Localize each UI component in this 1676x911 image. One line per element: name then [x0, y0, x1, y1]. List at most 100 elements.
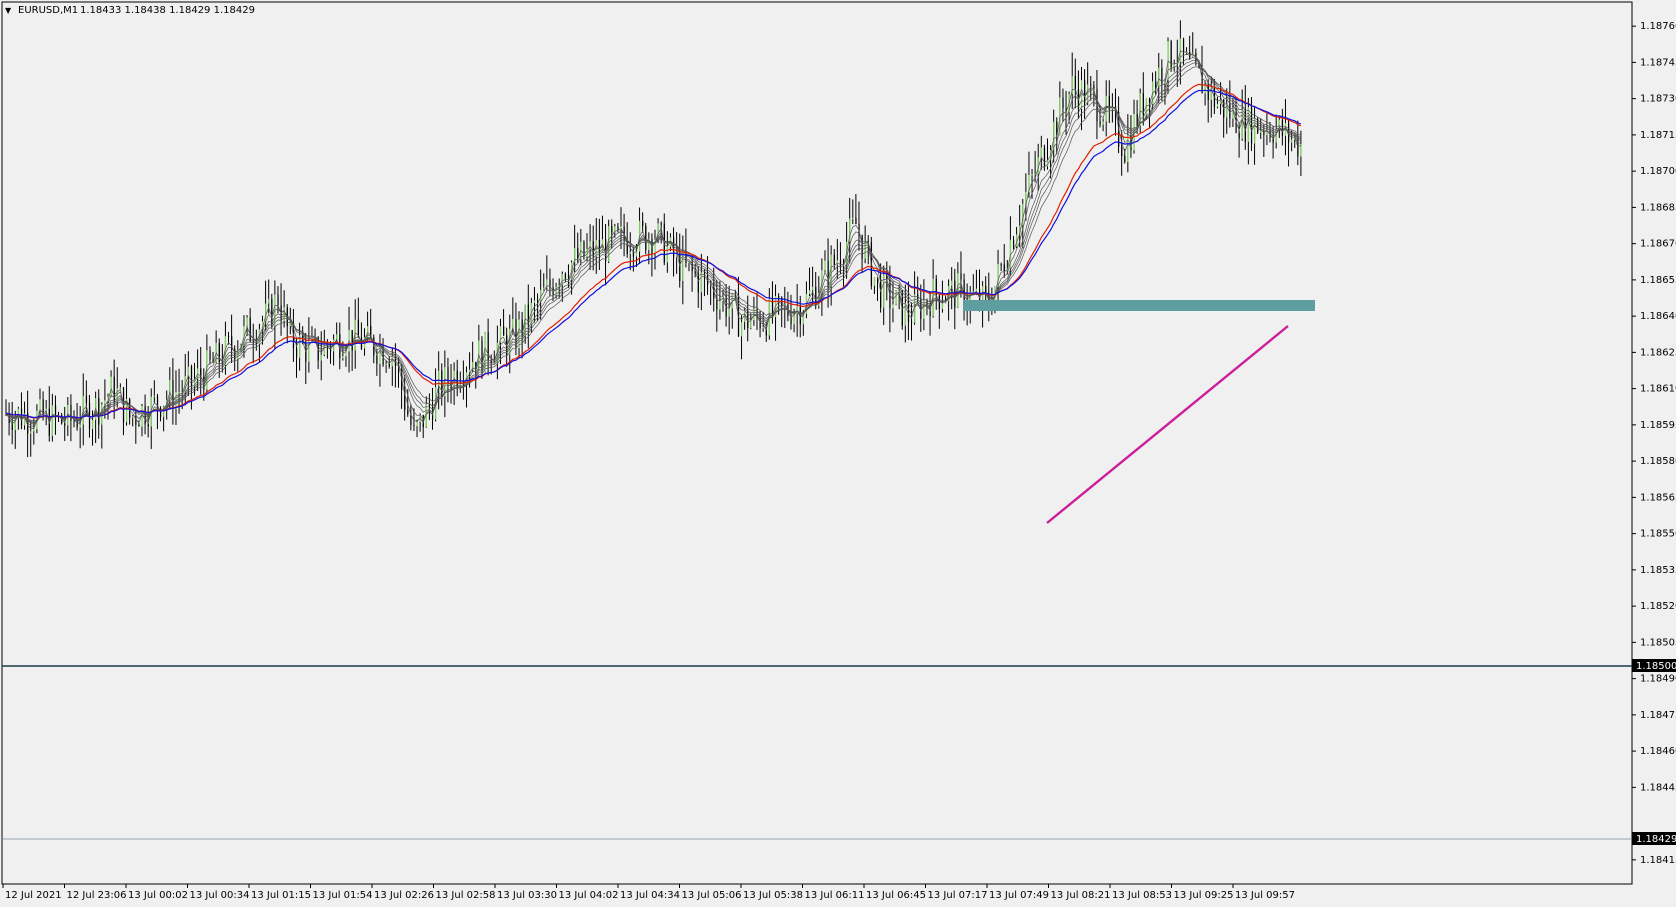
time-tick-label: 13 Jul 00:34 [190, 890, 250, 901]
price-tick-label: 1.18595 [1640, 420, 1676, 431]
candle-body [42, 399, 44, 417]
time-tick-label: 13 Jul 03:30 [497, 890, 557, 901]
chart-window[interactable]: 1.18760 1.18745 1.18730 1.18715 1.18700 1.186… [0, 0, 1676, 907]
candle-body [1074, 75, 1077, 90]
candle-body [941, 303, 944, 310]
candle-body [824, 260, 826, 271]
candle-body [413, 425, 415, 427]
candle-body [110, 376, 112, 397]
price-tick-label: 1.18670 [1640, 239, 1676, 250]
candle-body [660, 223, 662, 225]
candle-body [728, 308, 730, 317]
candle-body [1124, 156, 1126, 163]
candle-body [178, 392, 180, 394]
time-tick-label: 13 Jul 05:38 [743, 890, 803, 901]
candle-body [564, 273, 567, 279]
time-tick-label: 12 Jul 2021 [5, 890, 62, 901]
candle-body [911, 321, 913, 323]
chart-background [0, 0, 1676, 907]
candle-body [1003, 264, 1005, 272]
candle-body [537, 300, 539, 302]
price-tick-label: 1.18475 [1640, 710, 1676, 721]
price-tick-label: 1.18505 [1640, 637, 1676, 648]
candle-body [1275, 129, 1277, 143]
price-chart[interactable]: 1.18760 1.18745 1.18730 1.18715 1.18700 1.186… [0, 0, 1676, 907]
candle-body [320, 354, 322, 361]
price-tick-label: 1.18520 [1640, 601, 1676, 612]
candle-body [438, 370, 440, 387]
candle-body [265, 303, 267, 322]
candle-body [518, 319, 520, 349]
resistance-zone[interactable] [963, 300, 1315, 311]
candle-body [635, 251, 638, 257]
candle-body [809, 290, 811, 294]
price-tick-label: 1.18760 [1640, 21, 1676, 32]
candle-body [1250, 107, 1253, 144]
collapse-triangle-icon[interactable]: ▼ [5, 6, 12, 15]
candle-body [1084, 80, 1086, 104]
candle-body [147, 424, 149, 427]
time-tick-label: 13 Jul 08:53 [1112, 890, 1172, 901]
candle-body [873, 277, 876, 286]
candle-body [119, 387, 122, 389]
candle-body [509, 328, 511, 355]
candle-body [469, 369, 471, 373]
candle-body [85, 395, 88, 403]
candle-body [246, 317, 248, 327]
candle-body [376, 355, 378, 364]
candle-body [1216, 103, 1219, 107]
candle-body [543, 287, 545, 290]
candle-body [533, 300, 536, 303]
candle-body [351, 330, 353, 351]
current-price-marker-text: 1.18429 [1636, 834, 1676, 845]
price-tick-label: 1.18610 [1640, 384, 1676, 395]
price-tick-label: 1.18550 [1640, 529, 1676, 540]
price-tick-label: 1.18715 [1640, 130, 1676, 141]
candle-body [51, 405, 54, 436]
candle-body [682, 250, 684, 281]
candle-body [169, 379, 171, 400]
candle-body [104, 400, 106, 405]
candle-body [138, 424, 140, 427]
candle-body [515, 318, 517, 349]
time-tick-label: 13 Jul 06:45 [866, 890, 926, 901]
candle-body [228, 336, 230, 338]
candle-body [583, 241, 585, 257]
time-tick-label: 13 Jul 05:06 [682, 890, 742, 901]
candle-body [92, 419, 94, 430]
candle-body [642, 220, 644, 226]
price-tick-label: 1.18460 [1640, 746, 1676, 757]
price-tick-label: 1.18445 [1640, 782, 1676, 793]
price-tick-label: 1.18580 [1640, 456, 1676, 467]
candle-body [892, 304, 894, 309]
candle-body [611, 226, 613, 233]
level-price-marker-text: 1.18500 [1636, 661, 1676, 672]
candle-body [70, 404, 72, 421]
candle-body [598, 239, 601, 253]
candle-body [113, 376, 115, 402]
candle-body [33, 429, 35, 432]
time-tick-label: 13 Jul 01:54 [313, 890, 373, 901]
candle-body [30, 431, 32, 434]
candle-body [880, 279, 882, 308]
candle-body [1000, 264, 1002, 266]
time-tick-label: 13 Jul 02:58 [436, 890, 496, 901]
candle-body [512, 318, 514, 329]
candle-body [1238, 132, 1240, 139]
price-tick-label: 1.18640 [1640, 311, 1676, 322]
candle-body [855, 217, 857, 224]
candle-body [187, 366, 190, 377]
candle-body [645, 225, 647, 250]
candle-body [549, 279, 551, 288]
time-tick-label: 13 Jul 09:57 [1235, 890, 1295, 901]
candle-body [1099, 121, 1101, 125]
candle-body [629, 252, 631, 254]
time-tick-label: 13 Jul 04:02 [559, 890, 619, 901]
candle-body [1158, 67, 1160, 88]
candle-body [407, 410, 409, 415]
candle-body [1300, 144, 1302, 157]
candle-body [1247, 107, 1250, 142]
candle-body [1170, 41, 1172, 68]
candle-body [1155, 81, 1157, 88]
candle-body [833, 254, 835, 265]
